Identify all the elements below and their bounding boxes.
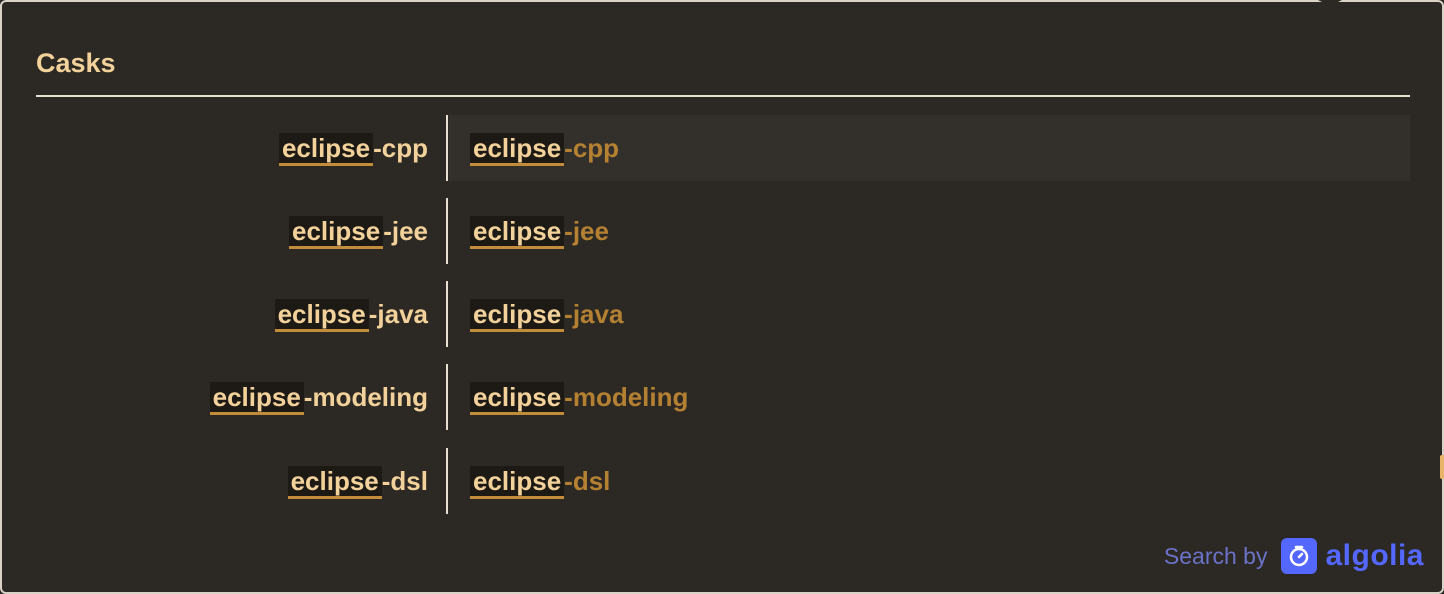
- match-highlight: eclipse: [287, 466, 382, 499]
- category-title: Casks: [36, 48, 116, 78]
- suggestion-row[interactable]: eclipse -modeling eclipse -modeling: [36, 364, 1410, 430]
- match-highlight: eclipse: [470, 466, 565, 499]
- match-highlight: eclipse: [289, 216, 384, 249]
- search-dropdown: Casks eclipse -cpp eclipse -cpp eclipse -je…: [0, 0, 1444, 594]
- suggestion-row[interactable]: eclipse -dsl eclipse -dsl: [36, 448, 1410, 514]
- search-by-algolia-link[interactable]: Search by algolia: [1164, 536, 1424, 576]
- match-highlight: eclipse: [470, 382, 565, 415]
- suggestion-suffix: -cpp: [373, 133, 428, 163]
- match-highlight: eclipse: [209, 382, 304, 415]
- category-divider: [36, 95, 1410, 97]
- suggestion-row[interactable]: eclipse -java eclipse -java: [36, 281, 1410, 347]
- suggestion-right-cell: eclipse -cpp: [449, 115, 1410, 181]
- suggestion-left-cell: eclipse -java: [36, 281, 428, 347]
- suggestion-suffix: -java: [368, 299, 428, 329]
- search-by-label: Search by: [1163, 542, 1268, 569]
- column-divider: [446, 198, 448, 264]
- suggestion-left-cell: eclipse -dsl: [36, 448, 428, 514]
- suggestion-left-cell: eclipse -modeling: [36, 364, 428, 430]
- suggestion-suffix: -modeling: [564, 382, 689, 412]
- suggestion-suffix: -dsl: [564, 466, 611, 496]
- column-divider: [446, 281, 448, 347]
- algolia-stopwatch-icon: [1281, 538, 1318, 574]
- suggestion-right-cell: eclipse -java: [449, 281, 1410, 347]
- suggestion-row[interactable]: eclipse -jee eclipse -jee: [36, 198, 1410, 264]
- match-highlight: eclipse: [278, 133, 374, 166]
- suggestion-suffix: -cpp: [564, 133, 620, 163]
- suggestion-suffix: -dsl: [381, 466, 428, 496]
- column-divider: [446, 115, 448, 181]
- side-tab: [1440, 455, 1444, 479]
- dropdown-notch: [1318, 0, 1342, 6]
- suggestion-right-cell: eclipse -modeling: [449, 364, 1410, 430]
- match-highlight: eclipse: [470, 133, 565, 166]
- suggestion-row[interactable]: eclipse -cpp eclipse -cpp: [36, 115, 1410, 181]
- column-divider: [446, 448, 448, 514]
- column-divider: [446, 364, 448, 430]
- suggestion-right-cell: eclipse -dsl: [449, 448, 1410, 514]
- suggestion-left-cell: eclipse -jee: [36, 198, 428, 264]
- suggestion-suffix: -jee: [564, 216, 609, 246]
- suggestion-suffix: -java: [564, 299, 624, 329]
- suggestion-suffix: -jee: [383, 216, 428, 246]
- suggestion-right-cell: eclipse -jee: [449, 198, 1410, 264]
- match-highlight: eclipse: [274, 299, 369, 332]
- match-highlight: eclipse: [470, 299, 565, 332]
- suggestion-suffix: -modeling: [303, 382, 428, 412]
- algolia-wordmark: algolia: [1325, 539, 1424, 572]
- match-highlight: eclipse: [470, 216, 565, 249]
- suggestion-left-cell: eclipse -cpp: [36, 115, 428, 181]
